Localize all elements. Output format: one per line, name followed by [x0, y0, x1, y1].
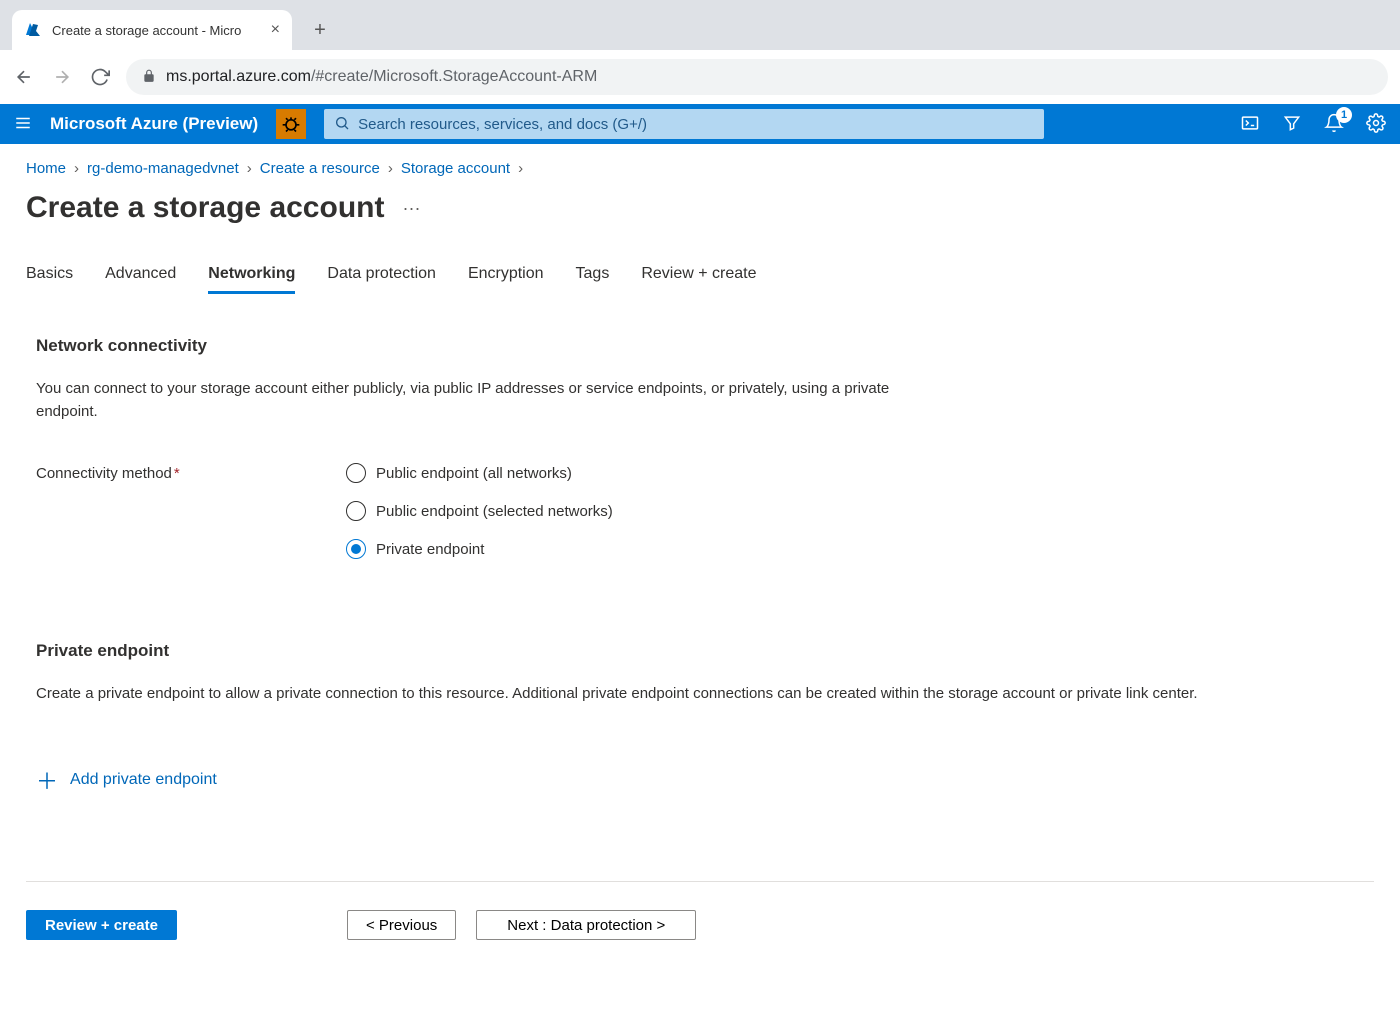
form-tab-data-protection[interactable]: Data protection	[327, 265, 436, 294]
lock-icon	[142, 69, 156, 86]
browser-address-row: ms.portal.azure.com/#create/Microsoft.St…	[0, 50, 1400, 104]
radio-option[interactable]: Public endpoint (all networks)	[346, 463, 1364, 483]
browser-url: ms.portal.azure.com/#create/Microsoft.St…	[166, 68, 597, 86]
browser-tab-title: Create a storage account - Micro	[52, 23, 261, 38]
new-tab-button[interactable]: +	[304, 14, 336, 46]
form-tab-advanced[interactable]: Advanced	[105, 265, 176, 294]
breadcrumb-link[interactable]: rg-demo-managedvnet	[87, 160, 239, 177]
notifications-icon[interactable]: 1	[1324, 113, 1344, 136]
wizard-footer: Review + create < Previous Next : Data p…	[26, 881, 1374, 940]
form-tab-networking[interactable]: Networking	[208, 265, 295, 294]
radio-button[interactable]	[346, 501, 366, 521]
breadcrumb: Home › rg-demo-managedvnet › Create a resour…	[26, 160, 1374, 177]
add-private-endpoint-label: Add private endpoint	[70, 771, 217, 789]
section-title-private-endpoint: Private endpoint	[36, 641, 1364, 661]
form-tab-basics[interactable]: Basics	[26, 265, 73, 294]
browser-tab-bar: Create a storage account - Micro × +	[0, 0, 1400, 50]
browser-reload-button[interactable]	[88, 65, 112, 89]
hamburger-menu-icon[interactable]	[14, 114, 32, 135]
connectivity-method-label: Connectivity method*	[36, 463, 346, 577]
page-title: Create a storage account	[26, 191, 384, 225]
global-search-input[interactable]	[358, 116, 1034, 133]
cloud-shell-icon[interactable]	[1240, 113, 1260, 136]
radio-option[interactable]: Private endpoint	[346, 539, 1364, 559]
global-search-box[interactable]	[324, 109, 1044, 139]
review-create-button[interactable]: Review + create	[26, 910, 177, 940]
azure-brand[interactable]: Microsoft Azure (Preview)	[50, 114, 258, 134]
azure-top-bar: Microsoft Azure (Preview) 1	[0, 104, 1400, 144]
search-icon	[334, 115, 350, 134]
plus-icon: ＋	[36, 764, 58, 796]
preview-bug-icon[interactable]	[276, 109, 306, 139]
chevron-right-icon: ›	[74, 160, 79, 177]
section-desc-private-endpoint: Create a private endpoint to allow a pri…	[36, 683, 1364, 706]
page-content: Home › rg-demo-managedvnet › Create a resour…	[0, 144, 1400, 1030]
breadcrumb-link[interactable]: Storage account	[401, 160, 510, 177]
radio-button[interactable]	[346, 463, 366, 483]
browser-tab[interactable]: Create a storage account - Micro ×	[12, 10, 292, 50]
page-title-row: Create a storage account ···	[26, 191, 1374, 225]
radio-label: Private endpoint	[376, 541, 484, 558]
next-button[interactable]: Next : Data protection >	[476, 910, 696, 940]
connectivity-method-row: Connectivity method* Public endpoint (al…	[36, 463, 1364, 577]
network-connectivity-section: Network connectivity You can connect to …	[26, 336, 1374, 577]
radio-label: Public endpoint (all networks)	[376, 465, 572, 482]
chevron-right-icon: ›	[388, 160, 393, 177]
form-tabs: Basics Advanced Networking Data protection E…	[26, 265, 1374, 294]
browser-back-button[interactable]	[12, 65, 36, 89]
previous-button[interactable]: < Previous	[347, 910, 456, 940]
chevron-right-icon: ›	[518, 160, 523, 177]
add-private-endpoint-link[interactable]: ＋ Add private endpoint	[36, 764, 217, 796]
breadcrumb-link[interactable]: Home	[26, 160, 66, 177]
private-endpoint-section: Private endpoint Create a private endpoi…	[26, 641, 1374, 796]
section-title-network: Network connectivity	[36, 336, 1364, 356]
browser-address-bar[interactable]: ms.portal.azure.com/#create/Microsoft.St…	[126, 59, 1388, 95]
required-asterisk: *	[174, 465, 180, 482]
notification-badge: 1	[1336, 107, 1352, 123]
more-actions-icon[interactable]: ···	[402, 198, 420, 219]
connectivity-method-options: Public endpoint (all networks) Public end…	[346, 463, 1364, 577]
chevron-right-icon: ›	[247, 160, 252, 177]
form-tab-encryption[interactable]: Encryption	[468, 265, 544, 294]
browser-chrome: Create a storage account - Micro × + ms.…	[0, 0, 1400, 104]
filter-icon[interactable]	[1282, 113, 1302, 136]
radio-button[interactable]	[346, 539, 366, 559]
close-tab-icon[interactable]: ×	[271, 21, 280, 39]
azure-favicon	[24, 21, 42, 39]
radio-option[interactable]: Public endpoint (selected networks)	[346, 501, 1364, 521]
browser-forward-button[interactable]	[50, 65, 74, 89]
settings-icon[interactable]	[1366, 113, 1386, 136]
form-tab-tags[interactable]: Tags	[576, 265, 610, 294]
radio-label: Public endpoint (selected networks)	[376, 503, 613, 520]
top-icons-group: 1	[1240, 113, 1386, 136]
section-desc-network: You can connect to your storage account …	[36, 378, 906, 423]
breadcrumb-link[interactable]: Create a resource	[260, 160, 380, 177]
form-tab-review-create[interactable]: Review + create	[641, 265, 756, 294]
